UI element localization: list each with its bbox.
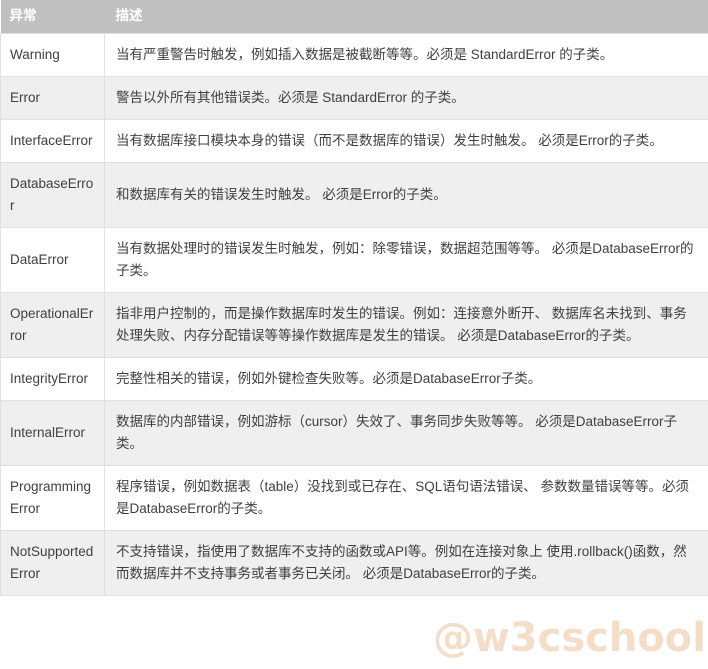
cell-exception-description: 数据库的内部错误，例如游标（cursor）失效了、事务同步失败等等。 必须是Da… xyxy=(104,400,708,467)
cell-exception-description: 警告以外所有其他错误类。必须是 StandardError 的子类。 xyxy=(104,76,708,121)
cell-exception-name: Warning xyxy=(0,33,105,78)
table-header-row: 异常 描述 xyxy=(0,0,708,34)
cell-exception-name: DataError xyxy=(0,227,105,294)
cell-exception-name: DatabaseError xyxy=(0,162,105,229)
table-row: DataError 当有数据处理时的错误发生时触发，例如：除零错误，数据超范围等等… xyxy=(0,227,708,294)
cell-exception-name: Error xyxy=(0,76,105,121)
table-row: OperationalError 指非用户控制的，而是操作数据库时发生的错误。例如… xyxy=(0,292,708,359)
column-header-exception: 异常 xyxy=(0,0,105,34)
table-row: Error 警告以外所有其他错误类。必须是 StandardError 的子类。 xyxy=(0,76,708,121)
table-body: Warning 当有严重警告时触发，例如插入数据是被截断等等。必须是 Standa… xyxy=(0,33,708,597)
cell-exception-name: OperationalError xyxy=(0,292,105,359)
cell-exception-description: 不支持错误，指使用了数据库不支持的函数或API等。例如在连接对象上 使用.rol… xyxy=(104,530,708,597)
cell-exception-description: 完整性相关的错误，例如外键检查失败等。必须是DatabaseError子类。 xyxy=(104,357,708,402)
cell-exception-name: IntegrityError xyxy=(0,357,105,402)
watermark: @w3cschool xyxy=(432,615,706,661)
cell-exception-description: 当有数据库接口模块本身的错误（而不是数据库的错误）发生时触发。 必须是Error… xyxy=(104,119,708,164)
cell-exception-description: 和数据库有关的错误发生时触发。 必须是Error的子类。 xyxy=(104,162,708,229)
table-row: InterfaceError 当有数据库接口模块本身的错误（而不是数据库的错误）发… xyxy=(0,119,708,164)
table-row: DatabaseError 和数据库有关的错误发生时触发。 必须是Error的子类… xyxy=(0,162,708,229)
table-row: InternalError 数据库的内部错误，例如游标（cursor）失效了、事务… xyxy=(0,400,708,467)
table-row: ProgrammingError 程序错误，例如数据表（table）没找到或已存在… xyxy=(0,465,708,532)
table-header: 异常 描述 xyxy=(0,0,708,34)
column-header-description: 描述 xyxy=(104,0,708,34)
cell-exception-name: ProgrammingError xyxy=(0,465,105,532)
cell-exception-name: InternalError xyxy=(0,400,105,467)
table-row: NotSupportedError 不支持错误，指使用了数据库不支持的函数或API… xyxy=(0,530,708,597)
cell-exception-description: 当有数据处理时的错误发生时触发，例如：除零错误，数据超范围等等。 必须是Data… xyxy=(104,227,708,294)
table-row: IntegrityError 完整性相关的错误，例如外键检查失败等。必须是Data… xyxy=(0,357,708,402)
cell-exception-name: NotSupportedError xyxy=(0,530,105,597)
cell-exception-description: 程序错误，例如数据表（table）没找到或已存在、SQL语句语法错误、 参数数量… xyxy=(104,465,708,532)
cell-exception-description: 当有严重警告时触发，例如插入数据是被截断等等。必须是 StandardError… xyxy=(104,33,708,78)
exception-table: 异常 描述 Warning 当有严重警告时触发，例如插入数据是被截断等等。必须是 … xyxy=(0,0,708,597)
cell-exception-description: 指非用户控制的，而是操作数据库时发生的错误。例如：连接意外断开、 数据库名未找到… xyxy=(104,292,708,359)
table-row: Warning 当有严重警告时触发，例如插入数据是被截断等等。必须是 Standa… xyxy=(0,33,708,78)
cell-exception-name: InterfaceError xyxy=(0,119,105,164)
